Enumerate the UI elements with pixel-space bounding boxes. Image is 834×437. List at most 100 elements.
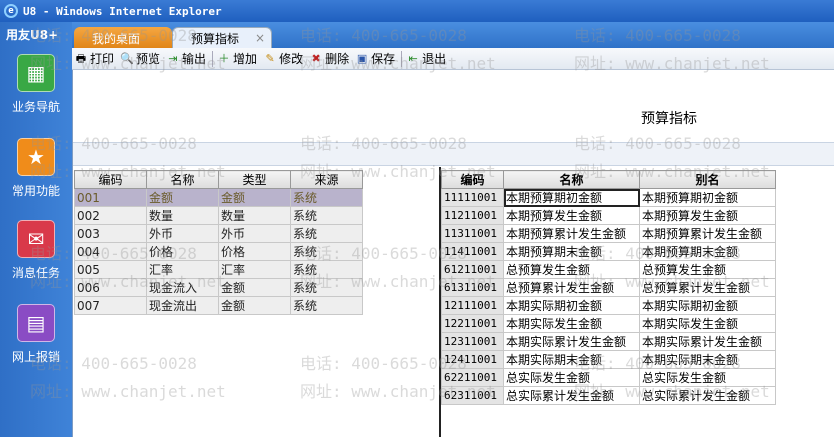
cell-code: 001: [74, 188, 147, 207]
cell-name[interactable]: 本期预算发生金额: [503, 206, 640, 225]
column-header-name[interactable]: 名称: [146, 170, 219, 189]
cell-name[interactable]: 本期实际发生金额: [503, 314, 640, 333]
delete-label: 删除: [325, 52, 350, 66]
cell-name[interactable]: 本期实际期末金额: [503, 350, 640, 369]
cell-type: 金额: [218, 278, 291, 297]
column-header-code[interactable]: 编码: [441, 170, 504, 189]
add-button[interactable]: ＋增加: [217, 50, 258, 67]
page-title: 预算指标: [641, 111, 697, 127]
table-row[interactable]: 12411001 本期实际期末金额 本期实际期末金额: [441, 350, 776, 369]
cell-alias[interactable]: 总实际累计发生金额: [639, 386, 776, 405]
table-row[interactable]: 11411001 本期预算期末金额 本期预算期末金额: [441, 242, 776, 261]
close-icon[interactable]: ×: [255, 31, 265, 45]
preview-label: 预览: [136, 52, 161, 66]
cell-code: 11111001: [441, 188, 504, 207]
cell-alias[interactable]: 本期预算期初金额: [639, 188, 776, 207]
table-row[interactable]: 12211001 本期实际发生金额 本期实际发生金额: [441, 314, 776, 333]
tab-label: 预算指标: [191, 32, 240, 46]
table-row[interactable]: 003 外币 外币 系统: [74, 224, 363, 243]
cell-alias[interactable]: 本期预算累计发生金额: [639, 224, 776, 243]
nav-label: 消息任务: [11, 266, 60, 280]
table-row[interactable]: 12111001 本期实际期初金额 本期实际期初金额: [441, 296, 776, 315]
tab-budget-indicators[interactable]: 预算指标 ×: [172, 27, 272, 49]
cell-alias[interactable]: 总预算发生金额: [639, 260, 776, 279]
grid-icon: ▦: [17, 54, 55, 92]
nav-business-navigation[interactable]: ▦ 业务导航: [0, 54, 72, 115]
cell-name[interactable]: 本期预算期初金额: [503, 188, 640, 207]
delete-icon: ✖: [311, 51, 321, 65]
cell-code: 004: [74, 242, 147, 261]
cell-alias[interactable]: 本期预算期末金额: [639, 242, 776, 261]
table-row[interactable]: 004 价格 价格 系统: [74, 242, 363, 261]
delete-button[interactable]: ✖ 删除: [309, 50, 349, 67]
table-row[interactable]: 61211001 总预算发生金额 总预算发生金额: [441, 260, 776, 279]
cell-alias[interactable]: 本期实际发生金额: [639, 314, 776, 333]
cell-source: 系统: [290, 260, 363, 279]
nav-message-tasks[interactable]: ✉ 消息任务: [0, 220, 72, 281]
cell-name: 外币: [146, 224, 219, 243]
table-row[interactable]: 002 数量 数量 系统: [74, 206, 363, 225]
cell-code: 61311001: [441, 278, 504, 297]
left-navigation: 用友U8+ ▦ 业务导航 ★ 常用功能 ✉ 消息任务 ▤ 网上报销: [0, 22, 72, 437]
nav-common-functions[interactable]: ★ 常用功能: [0, 138, 72, 199]
cell-name[interactable]: 本期实际期初金额: [503, 296, 640, 315]
cell-alias[interactable]: 总实际发生金额: [639, 368, 776, 387]
table-row[interactable]: 007 现金流出 金额 系统: [74, 296, 363, 315]
cell-type: 金额: [218, 296, 291, 315]
cell-alias[interactable]: 本期预算发生金额: [639, 206, 776, 225]
cell-code: 12211001: [441, 314, 504, 333]
cell-type: 价格: [218, 242, 291, 261]
cell-code: 006: [74, 278, 147, 297]
cell-source: 系统: [290, 242, 363, 261]
table-row[interactable]: 62311001 总实际累计发生金额 总实际累计发生金额: [441, 386, 776, 405]
column-header-alias[interactable]: 别名: [639, 170, 776, 189]
table-row[interactable]: 006 现金流入 金额 系统: [74, 278, 363, 297]
cell-alias[interactable]: 总预算累计发生金额: [639, 278, 776, 297]
table-row[interactable]: 62211001 总实际发生金额 总实际发生金额: [441, 368, 776, 387]
edit-button[interactable]: ✎ 修改: [263, 50, 303, 67]
cell-alias[interactable]: 本期实际累计发生金额: [639, 332, 776, 351]
table-row[interactable]: 61311001 总预算累计发生金额 总预算累计发生金额: [441, 278, 776, 297]
exit-button[interactable]: ⇤ 退出: [406, 50, 447, 67]
print-button[interactable]: 🖶 打印: [74, 50, 114, 67]
cell-name[interactable]: 总预算发生金额: [503, 260, 640, 279]
tab-my-desktop[interactable]: 我的桌面: [74, 27, 172, 49]
table-row[interactable]: 005 汇率 汇率 系统: [74, 260, 363, 279]
cell-name[interactable]: 总实际累计发生金额: [503, 386, 640, 405]
column-header-type[interactable]: 类型: [218, 170, 291, 189]
cell-source: 系统: [290, 296, 363, 315]
cell-alias[interactable]: 本期实际期末金额: [639, 350, 776, 369]
cell-alias[interactable]: 本期实际期初金额: [639, 296, 776, 315]
cell-name[interactable]: 总预算累计发生金额: [503, 278, 640, 297]
ie-logo-icon: e: [4, 4, 18, 18]
table-row[interactable]: 001 金额 金额 系统: [74, 188, 363, 207]
export-button[interactable]: ⇥ 输出: [166, 50, 206, 67]
column-header-name[interactable]: 名称: [503, 170, 640, 189]
floppy-icon: ▣: [356, 51, 368, 65]
column-header-source[interactable]: 来源: [290, 170, 363, 189]
column-header-code[interactable]: 编码: [74, 170, 147, 189]
nav-online-reimbursement[interactable]: ▤ 网上报销: [0, 304, 72, 365]
table-row[interactable]: 12311001 本期实际累计发生金额 本期实际累计发生金额: [441, 332, 776, 351]
cell-name[interactable]: 本期预算累计发生金额: [503, 224, 640, 243]
cell-name: 金额: [146, 188, 219, 207]
cell-source: 系统: [290, 188, 363, 207]
cell-name[interactable]: 本期预算期末金额: [503, 242, 640, 261]
table-row[interactable]: 11311001 本期预算累计发生金额 本期预算累计发生金额: [441, 224, 776, 243]
cell-code: 002: [74, 206, 147, 225]
cell-name[interactable]: 本期实际累计发生金额: [503, 332, 640, 351]
nav-label: 业务导航: [11, 100, 60, 114]
cell-name[interactable]: 总实际发生金额: [503, 368, 640, 387]
mail-icon: ✉: [17, 220, 55, 258]
cell-source: 系统: [290, 224, 363, 243]
edit-label: 修改: [279, 52, 304, 66]
printer-icon: 🖶: [75, 51, 87, 65]
preview-button[interactable]: 🔍 预览: [120, 50, 160, 67]
save-button[interactable]: ▣ 保存: [355, 50, 395, 67]
cell-code: 003: [74, 224, 147, 243]
table-row[interactable]: 11211001 本期预算发生金额 本期预算发生金额: [441, 206, 776, 225]
add-icon: ＋: [218, 51, 230, 65]
table-row[interactable]: 11111001 本期预算期初金额 本期预算期初金额: [441, 188, 776, 207]
cell-code: 61211001: [441, 260, 504, 279]
export-icon: ⇥: [168, 51, 178, 65]
